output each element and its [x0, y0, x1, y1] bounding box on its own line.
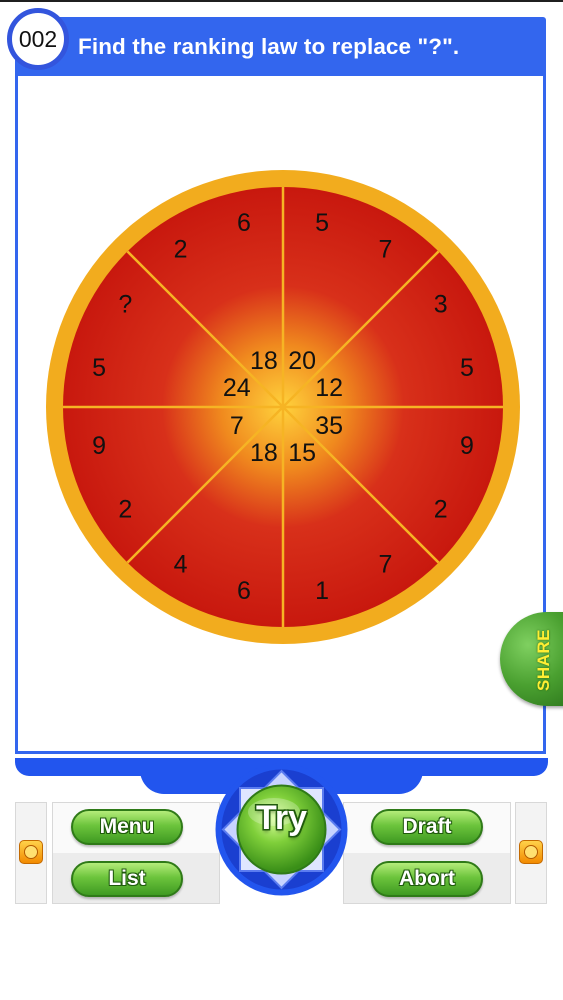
outer-number: 6	[237, 577, 251, 605]
right-arrow-button[interactable]	[519, 840, 543, 864]
outer-number: 2	[434, 495, 448, 523]
outer-number: 7	[378, 235, 392, 263]
outer-number: 2	[118, 495, 132, 523]
outer-number: 4	[174, 551, 188, 579]
wheel-spokes	[63, 187, 503, 627]
outer-number: 1	[315, 577, 329, 605]
outer-number: 9	[92, 432, 106, 460]
inner-number: 12	[315, 374, 343, 402]
right-arrow-icon	[524, 845, 538, 859]
outer-number: 3	[434, 291, 448, 319]
left-arrow-icon	[24, 845, 38, 859]
number-wheel: 6 5735927164295?2201235151872418	[46, 170, 520, 644]
draft-button[interactable]: Draft	[371, 809, 483, 845]
outer-number: 5	[460, 354, 474, 382]
inner-number: 15	[288, 439, 316, 467]
outer-number: 2	[174, 235, 188, 263]
outer-number: 7	[378, 551, 392, 579]
menu-button[interactable]: Menu	[71, 809, 183, 845]
outer-number: 9	[460, 432, 474, 460]
try-button[interactable]: Try	[214, 762, 349, 897]
inner-number: 20	[288, 347, 316, 375]
right-scroll-panel	[515, 802, 547, 904]
try-label: Try	[255, 799, 308, 837]
outer-number: ?	[118, 291, 132, 319]
left-scroll-panel	[15, 802, 47, 904]
outer-number: 5	[315, 209, 329, 237]
share-label: SHARE	[534, 628, 553, 692]
inner-number: 35	[315, 412, 343, 440]
outer-number: 6	[237, 209, 251, 237]
inner-number: 24	[223, 374, 251, 402]
inner-number: 18	[250, 347, 278, 375]
left-arrow-button[interactable]	[19, 840, 43, 864]
list-button[interactable]: List	[71, 861, 183, 897]
abort-button[interactable]: Abort	[371, 861, 483, 897]
outer-number: 5	[92, 354, 106, 382]
inner-number: 18	[250, 439, 278, 467]
inner-number: 7	[230, 412, 244, 440]
